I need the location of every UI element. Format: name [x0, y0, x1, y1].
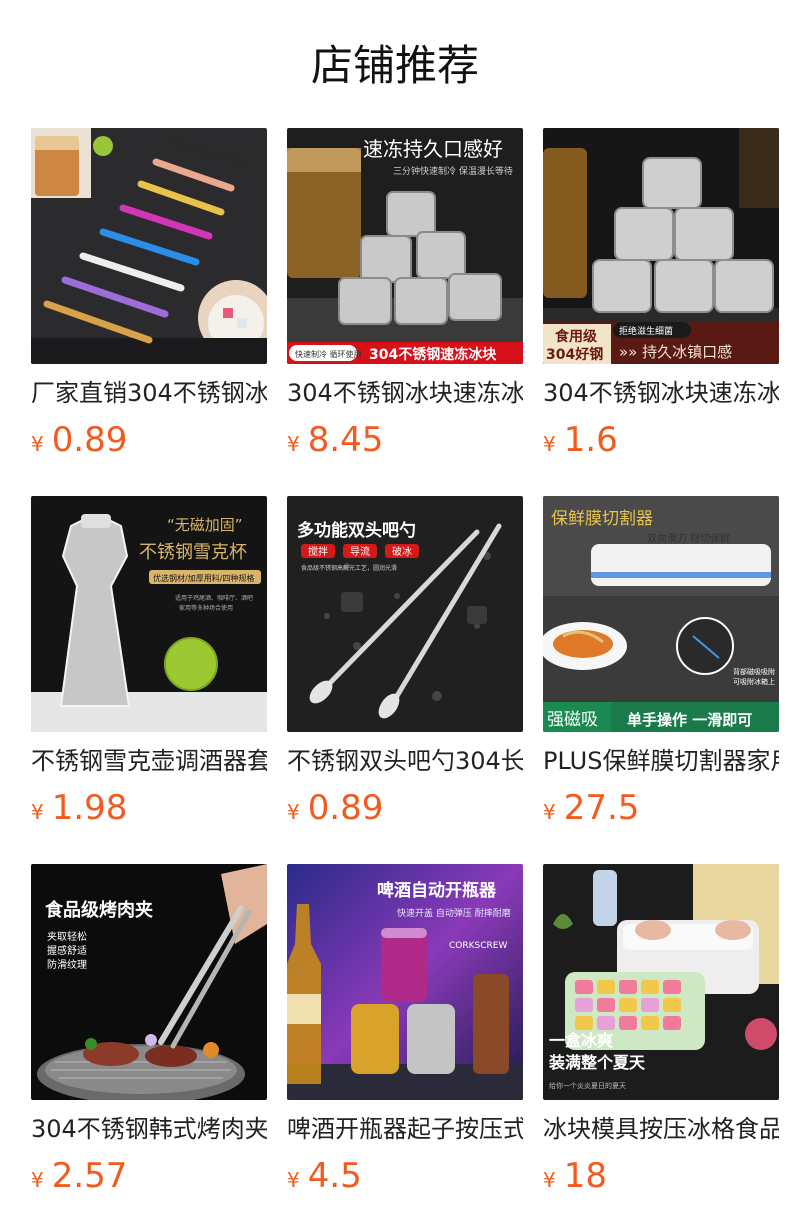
product-image[interactable]: 一盒冰爽 装满整个夏天 给你一个炎炎夏日的夏天 [543, 864, 779, 1100]
ice-tray-photo: 一盒冰爽 装满整个夏天 给你一个炎炎夏日的夏天 [543, 864, 779, 1100]
price-value: 0.89 [307, 788, 384, 828]
currency-symbol: ¥ [287, 800, 300, 824]
product-name[interactable]: 不锈钢雪克壶调酒器套 [31, 746, 267, 776]
product-card[interactable]: 厂家直销304不锈钢冰 ¥0.89 [31, 128, 267, 466]
image-note-1: 背部磁吸吸附 [733, 667, 775, 676]
product-name[interactable]: PLUS保鲜膜切割器家用 [543, 746, 779, 776]
image-badge-top: 食用级 [555, 328, 598, 345]
image-banner: 304不锈钢速冻冰块 [369, 346, 497, 363]
product-price: ¥0.89 [287, 788, 523, 834]
image-headline: 速冻持久口感好 [363, 137, 503, 161]
product-price: ¥4.5 [287, 1156, 523, 1202]
product-name[interactable]: 啤酒开瓶器起子按压式 [287, 1114, 523, 1144]
product-image[interactable]: 保鲜膜切割器 双向滑刀 轻切保鲜 背部磁吸吸附 可吸附冰箱上 强磁吸 单手操作 … [543, 496, 779, 732]
image-banner-left: 强磁吸 [547, 710, 598, 730]
product-image[interactable]: 食用级 304好钢 拒绝滋生细菌 »» 持久冰镇口感 [543, 128, 779, 364]
product-card[interactable]: 多功能双头吧勺 搅拌 导流 破冰 食品级不锈钢高解光工艺，圆润光滑 不锈钢双头吧… [287, 496, 523, 834]
image-brand: CORKSCREW [449, 941, 507, 951]
image-tag-2: 导流 [350, 545, 370, 558]
product-name[interactable]: 冰块模具按压冰格食品 [543, 1114, 779, 1144]
product-image[interactable]: 啤酒自动开瓶器 快速开盖 自动弹压 耐摔耐磨 CORKSCREW [287, 864, 523, 1100]
product-price: ¥18 [543, 1156, 779, 1202]
page-title: 店铺推荐 [310, 41, 479, 90]
image-note-2: 家用等多种场合使用 [179, 604, 233, 612]
product-price: ¥8.45 [287, 420, 523, 466]
product-name[interactable]: 304不锈钢冰块速冻冰 [287, 378, 523, 408]
image-badge: 快速制冷 循环使用 [295, 349, 362, 359]
currency-symbol: ¥ [543, 1168, 556, 1192]
product-price: ¥1.98 [31, 788, 267, 834]
price-value: 1.6 [563, 420, 618, 460]
image-banner: »» 持久冰镇口感 [619, 343, 732, 361]
image-feature-3: 防滑纹理 [47, 958, 87, 971]
product-name[interactable]: 厂家直销304不锈钢冰 [31, 378, 267, 408]
image-subline: 三分钟快速制冷 保温漫长等待 [393, 165, 513, 177]
currency-symbol: ¥ [287, 1168, 300, 1192]
image-headline-2: 装满整个夏天 [548, 1053, 646, 1072]
image-note-1: 适用于鸡尾酒、咖啡厅、酒吧 [175, 594, 253, 602]
image-quote: “无磁加固” [167, 516, 243, 534]
product-price: ¥1.6 [543, 420, 779, 466]
image-tag-1: 搅拌 [308, 545, 328, 558]
image-subline: 给你一个炎炎夏日的夏天 [549, 1081, 626, 1090]
currency-symbol: ¥ [31, 800, 44, 824]
product-image[interactable] [31, 128, 267, 364]
image-headline: 保鲜膜切割器 [551, 509, 653, 529]
image-tagline: 优选钢材/加厚用料/四种规格 [153, 573, 254, 583]
image-caption: 双向滑刀 轻切保鲜 [647, 532, 730, 545]
price-value: 8.45 [307, 420, 384, 460]
bottle-opener-photo: 啤酒自动开瓶器 快速开盖 自动弹压 耐摔耐磨 CORKSCREW [287, 864, 523, 1100]
image-banner-right: 单手操作 一滑即可 [627, 711, 752, 729]
product-name[interactable]: 304不锈钢韩式烤肉夹 [31, 1114, 267, 1144]
product-image[interactable]: 多功能双头吧勺 搅拌 导流 破冰 食品级不锈钢高解光工艺，圆润光滑 [287, 496, 523, 732]
image-feature-1: 夹取轻松 [47, 930, 87, 943]
product-price: ¥2.57 [31, 1156, 267, 1202]
bbq-tongs-photo: 食品级烤肉夹 夹取轻松 握感舒适 防滑纹理 [31, 864, 267, 1100]
price-value: 18 [563, 1156, 607, 1196]
image-badge-bottom: 304好钢 [546, 346, 603, 363]
cocktail-shaker-photo: “无磁加固” 不锈钢雪克杯 优选钢材/加厚用料/四种规格 适用于鸡尾酒、咖啡厅、… [31, 496, 267, 732]
currency-symbol: ¥ [543, 432, 556, 456]
currency-symbol: ¥ [31, 1168, 44, 1192]
product-card[interactable]: 食品级烤肉夹 夹取轻松 握感舒适 防滑纹理 304不锈钢韩式烤肉夹 ¥2.57 [31, 864, 267, 1202]
ice-tongs-photo [31, 128, 267, 364]
bar-spoon-photo: 多功能双头吧勺 搅拌 导流 破冰 食品级不锈钢高解光工艺，圆润光滑 [287, 496, 523, 732]
image-headline: 不锈钢雪克杯 [139, 542, 247, 563]
image-tag-3: 破冰 [392, 545, 412, 558]
currency-symbol: ¥ [543, 800, 556, 824]
price-value: 2.57 [51, 1156, 128, 1196]
product-card[interactable]: 速冻持久口感好 三分钟快速制冷 保温漫长等待 快速制冷 循环使用 304不锈钢速… [287, 128, 523, 466]
steel-ice-pyramid-photo: 食用级 304好钢 拒绝滋生细菌 »» 持久冰镇口感 [543, 128, 779, 364]
product-name[interactable]: 304不锈钢冰块速冻冰 [543, 378, 779, 408]
product-image[interactable]: 食品级烤肉夹 夹取轻松 握感舒适 防滑纹理 [31, 864, 267, 1100]
product-price: ¥0.89 [31, 420, 267, 466]
image-subline: 快速开盖 自动弹压 耐摔耐磨 [397, 907, 511, 919]
product-price: ¥27.5 [543, 788, 779, 834]
price-value: 27.5 [563, 788, 640, 828]
product-name[interactable]: 不锈钢双头吧勺304长 [287, 746, 523, 776]
currency-symbol: ¥ [287, 432, 300, 456]
image-subline: 食品级不锈钢高解光工艺，圆润光滑 [301, 564, 397, 572]
product-image[interactable]: “无磁加固” 不锈钢雪克杯 优选钢材/加厚用料/四种规格 适用于鸡尾酒、咖啡厅、… [31, 496, 267, 732]
product-image[interactable]: 速冻持久口感好 三分钟快速制冷 保温漫长等待 快速制冷 循环使用 304不锈钢速… [287, 128, 523, 364]
currency-symbol: ¥ [31, 432, 44, 456]
product-card[interactable]: 食用级 304好钢 拒绝滋生细菌 »» 持久冰镇口感 304不锈钢冰块速冻冰 ¥… [543, 128, 779, 466]
cling-film-cutter-photo: 保鲜膜切割器 双向滑刀 轻切保鲜 背部磁吸吸附 可吸附冰箱上 强磁吸 单手操作 … [543, 496, 779, 732]
product-card[interactable]: 啤酒自动开瓶器 快速开盖 自动弹压 耐摔耐磨 CORKSCREW 啤酒开瓶器起子… [287, 864, 523, 1202]
product-card[interactable]: 一盒冰爽 装满整个夏天 给你一个炎炎夏日的夏天 冰块模具按压冰格食品 ¥18 [543, 864, 779, 1202]
image-headline: 食品级烤肉夹 [44, 899, 153, 921]
price-value: 0.89 [51, 420, 128, 460]
product-card[interactable]: “无磁加固” 不锈钢雪克杯 优选钢材/加厚用料/四种规格 适用于鸡尾酒、咖啡厅、… [31, 496, 267, 834]
product-card[interactable]: 保鲜膜切割器 双向滑刀 轻切保鲜 背部磁吸吸附 可吸附冰箱上 强磁吸 单手操作 … [543, 496, 779, 834]
image-tag: 拒绝滋生细菌 [619, 325, 673, 337]
image-headline-1: 一盒冰爽 [549, 1031, 613, 1050]
image-headline: 多功能双头吧勺 [297, 520, 416, 541]
price-value: 1.98 [51, 788, 128, 828]
price-value: 4.5 [307, 1156, 362, 1196]
image-note-2: 可吸附冰箱上 [733, 677, 775, 686]
image-headline: 啤酒自动开瓶器 [377, 880, 497, 901]
image-feature-2: 握感舒适 [47, 944, 87, 957]
steel-ice-cubes-photo: 速冻持久口感好 三分钟快速制冷 保温漫长等待 快速制冷 循环使用 304不锈钢速… [287, 128, 523, 364]
